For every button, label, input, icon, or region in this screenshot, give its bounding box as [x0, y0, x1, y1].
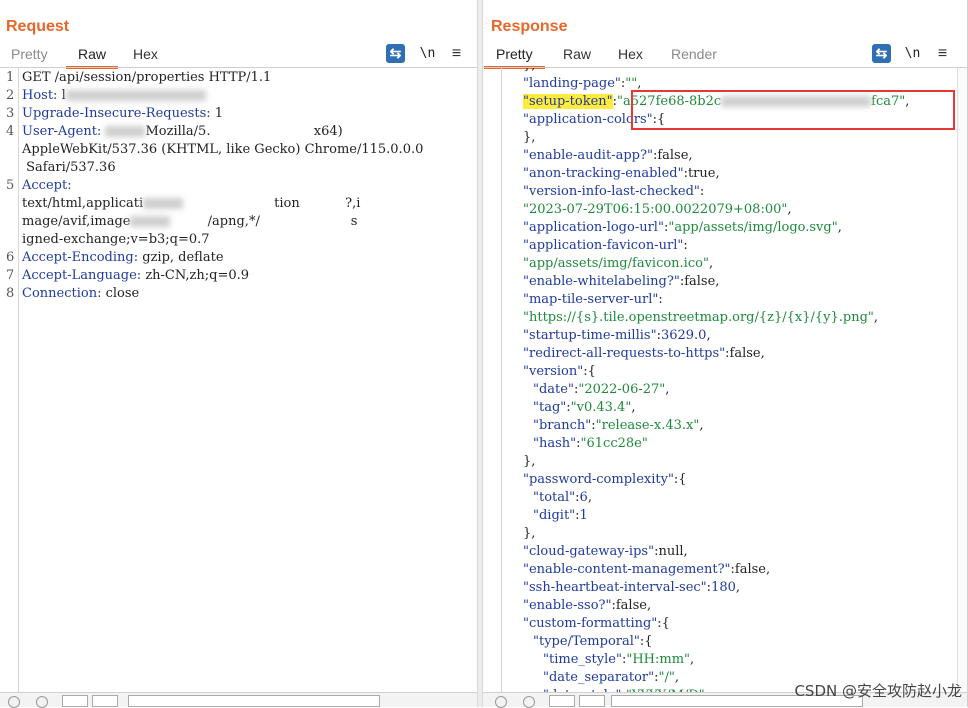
code-line: User-Agent: Mozilla/5. x64) [22, 124, 343, 139]
line-number: 5 [6, 178, 15, 193]
code-line: "custom-formatting":{ [523, 616, 670, 631]
code-line: "digit":1 [533, 508, 588, 523]
wrap-icon[interactable]: ⇆ [872, 44, 891, 63]
code-line: "2023-07-29T06:15:00.0022079+08:00", [523, 202, 792, 217]
response-title: Response [491, 18, 568, 35]
code-line: "enable-whitelabeling?":false, [523, 274, 720, 289]
code-line: "total":6, [533, 490, 592, 505]
code-line: "startup-time-millis":3629.0, [523, 328, 711, 343]
request-bottom-bar [0, 692, 477, 708]
code-line: "ssh-heartbeat-interval-sec":180, [523, 580, 741, 595]
redaction [105, 126, 146, 137]
code-line: Host: l [22, 88, 206, 103]
help-icon[interactable] [8, 696, 20, 708]
back-button[interactable] [549, 695, 575, 707]
redaction [143, 198, 184, 209]
line-number: 3 [6, 106, 15, 121]
code-line: "landing-page":"", [523, 76, 642, 91]
tab-pretty[interactable]: Pretty [484, 44, 545, 69]
newline-toggle[interactable]: \n [903, 44, 922, 63]
request-pane: Request Pretty Raw Hex ⇆ \n ≡ 1 GET /api/… [0, 0, 477, 708]
code-line: }, [523, 526, 536, 541]
code-line: "anon-tracking-enabled":true, [523, 166, 720, 181]
code-line: "version-info-last-checked": [523, 184, 705, 199]
code-line: AppleWebKit/537.36 (KHTML, like Gecko) C… [22, 142, 424, 157]
code-line: "enable-content-management?":false, [523, 562, 771, 577]
code-line: Connection: close [22, 286, 140, 301]
request-title: Request [6, 18, 70, 35]
code-line: Accept-Language: zh-CN,zh;q=0.9 [22, 268, 250, 283]
code-line: mage/avif,image /apng,*/ s [22, 214, 358, 229]
redaction [65, 90, 206, 101]
watermark: CSDN @安全攻防赵小龙 [794, 682, 962, 700]
wrap-icon[interactable]: ⇆ [386, 44, 405, 63]
code-line: Accept: [22, 178, 72, 193]
hamburger-icon[interactable]: ≡ [933, 44, 952, 63]
newline-toggle[interactable]: \n [418, 44, 437, 63]
line-number: 6 [6, 250, 15, 265]
code-line: "version":{ [523, 364, 596, 379]
hamburger-icon[interactable]: ≡ [447, 44, 466, 63]
code-line: "tag":"v0.43.4", [533, 400, 636, 415]
help-icon[interactable] [495, 696, 507, 708]
tab-hex[interactable]: Hex [133, 44, 158, 66]
line-gutter [483, 68, 502, 693]
code-line: "enable-audit-app?":false, [523, 148, 693, 163]
highlight-box [631, 90, 955, 130]
code-line: Upgrade-Insecure-Requests: 1 [22, 106, 224, 121]
request-editor[interactable]: 1 GET /api/session/properties HTTP/1.1 2 Ho… [0, 68, 477, 693]
code-line: "branch":"release-x.43.x", [533, 418, 704, 433]
code-line: }, [523, 68, 535, 73]
code-line: "app/assets/img/favicon.ico", [523, 256, 714, 271]
code-line: "enable-sso?":false, [523, 598, 652, 613]
code-line: "date":"2022-06-27", [533, 382, 670, 397]
response-pane: Response Pretty Raw Hex Render ⇆ \n ≡ },… [483, 0, 968, 708]
code-line: igned-exchange;v=b3;q=0.7 [22, 232, 210, 247]
code-line: "https://{s}.tile.openstreetmap.org/{z}/… [523, 310, 879, 325]
code-line: text/html,applicati tion ?,i [22, 196, 361, 211]
line-number: 2 [6, 88, 15, 103]
line-number: 7 [6, 268, 15, 283]
code-line: "hash":"61cc28e" [533, 436, 648, 451]
tab-render[interactable]: Render [671, 44, 717, 66]
code-line: "redirect-all-requests-to-https":false, [523, 346, 765, 361]
code-line: "map-tile-server-url": [523, 292, 663, 307]
code-line: "date_separator":"/", [543, 670, 679, 685]
code-line: "cloud-gateway-ips":null, [523, 544, 688, 559]
tab-hex[interactable]: Hex [618, 44, 643, 66]
code-line: }, [523, 454, 536, 469]
tab-pretty[interactable]: Pretty [11, 44, 48, 66]
forward-button[interactable] [579, 695, 605, 707]
line-number: 8 [6, 286, 15, 301]
code-line: GET /api/session/properties HTTP/1.1 [22, 70, 272, 85]
response-editor[interactable]: },"landing-page":"","setup-token":"a527f… [483, 68, 956, 693]
code-line: "type/Temporal":{ [533, 634, 653, 649]
line-number: 1 [6, 70, 15, 85]
code-line: "application-favicon-url": [523, 238, 688, 253]
code-line: Accept-Encoding: gzip, deflate [22, 250, 224, 265]
line-number: 4 [6, 124, 15, 139]
code-line: "time_style":"HH:mm", [543, 652, 695, 667]
forward-button[interactable] [92, 695, 118, 707]
code-line: Safari/537.36 [22, 160, 116, 175]
settings-icon[interactable] [36, 696, 48, 708]
code-line: }, [523, 130, 536, 145]
redaction [130, 216, 171, 227]
code-line: "application-logo-url":"app/assets/img/l… [523, 220, 842, 235]
code-line: "password-complexity":{ [523, 472, 687, 487]
settings-icon[interactable] [523, 696, 535, 708]
tab-raw[interactable]: Raw [65, 44, 119, 69]
tab-raw[interactable]: Raw [563, 44, 591, 66]
search-input[interactable] [128, 695, 380, 707]
back-button[interactable] [62, 695, 88, 707]
line-gutter [0, 68, 19, 693]
